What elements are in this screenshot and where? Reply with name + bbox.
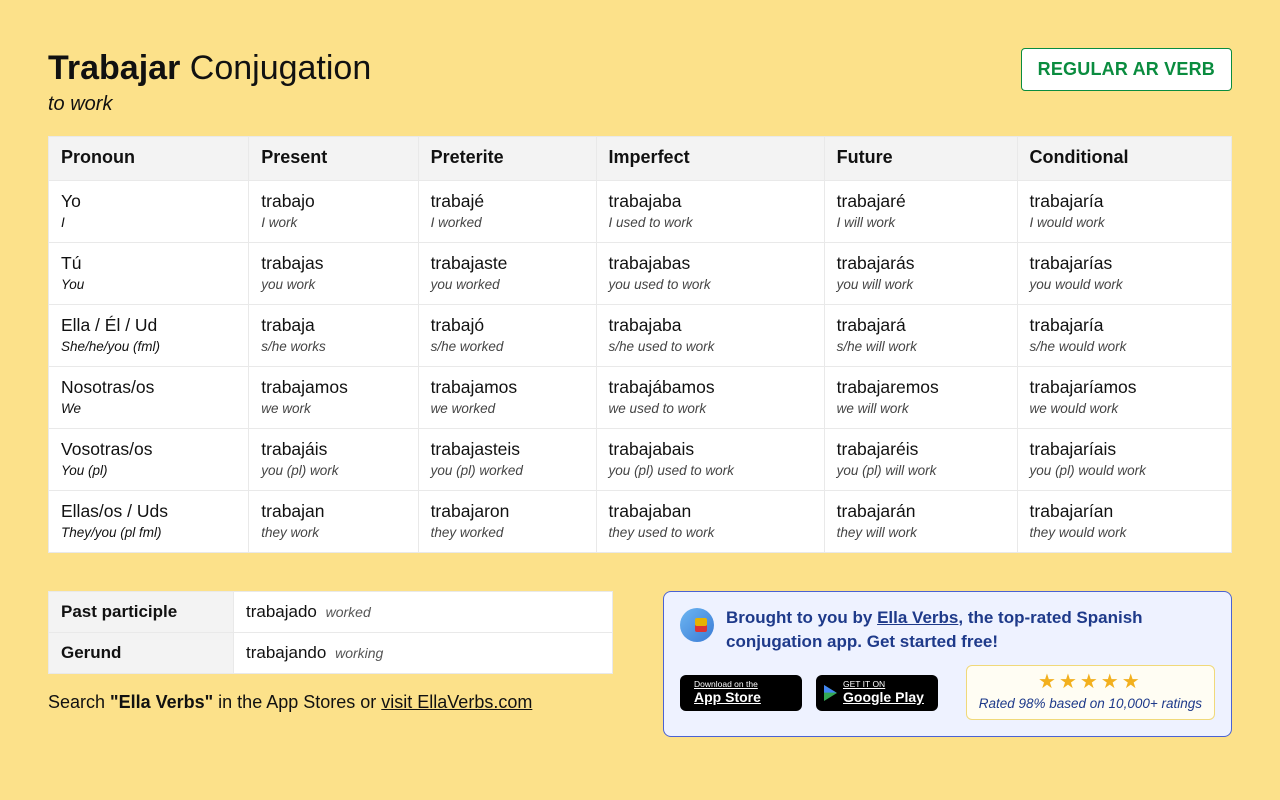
gerund-value: trabajando working [234,632,613,673]
col-header: Present [249,136,418,180]
ellaverbs-link[interactable]: Ella Verbs [877,608,958,627]
conjugation-cell: trabajaréisyou (pl) will work [824,428,1017,490]
conjugation-cell: trabajarías/he would work [1017,304,1231,366]
gerund-label: Gerund [49,632,234,673]
conjugation-cell: trabajabaisyou (pl) used to work [596,428,824,490]
conjugation-table: PronounPresentPreteriteImperfectFutureCo… [48,136,1232,553]
conjugation-cell: trabajarás/he will work [824,304,1017,366]
page-title: Trabajar Conjugation [48,48,371,89]
table-row: YoItrabajoI worktrabajéI workedtrabajaba… [49,180,1232,242]
verb-type-badge: REGULAR AR VERB [1021,48,1232,91]
conjugation-cell: trabajaríasyou would work [1017,242,1231,304]
conjugation-cell: trabajaríaI would work [1017,180,1231,242]
pronoun-cell: YoI [49,180,249,242]
table-row: Nosotras/osWetrabajamoswe worktrabajamos… [49,366,1232,428]
appstore-button[interactable]: Download on the App Store [680,675,802,711]
col-header: Conditional [1017,136,1231,180]
star-icons: ★★★★★ [979,672,1202,692]
conjugation-cell: trabajanthey work [249,490,418,552]
conjugation-cell: trabajas/he works [249,304,418,366]
google-play-icon [824,685,837,701]
conjugation-cell: trabajoI work [249,180,418,242]
title-verb: Trabajar [48,49,180,87]
conjugation-cell: trabajamoswe worked [418,366,596,428]
table-row: TúYoutrabajasyou worktrabajasteyou worke… [49,242,1232,304]
past-participle-value: trabajado worked [234,591,613,632]
conjugation-cell: trabajasteyou worked [418,242,596,304]
conjugation-cell: trabajábamoswe used to work [596,366,824,428]
ellaverbs-site-link[interactable]: visit EllaVerbs.com [381,692,532,712]
conjugation-cell: trabajaronthey worked [418,490,596,552]
conjugation-cell: trabajarásyou will work [824,242,1017,304]
conjugation-cell: trabajamoswe work [249,366,418,428]
col-header: Preterite [418,136,596,180]
pronoun-cell: TúYou [49,242,249,304]
col-header: Future [824,136,1017,180]
pronoun-cell: Vosotras/osYou (pl) [49,428,249,490]
conjugation-cell: trabajaríanthey would work [1017,490,1231,552]
ellaverbs-app-icon [680,608,714,642]
pronoun-cell: Nosotras/osWe [49,366,249,428]
conjugation-cell: trabajáisyou (pl) work [249,428,418,490]
col-header: Imperfect [596,136,824,180]
rating-box: ★★★★★ Rated 98% based on 10,000+ ratings [966,665,1215,720]
conjugation-cell: trabajasteisyou (pl) worked [418,428,596,490]
conjugation-cell: trabajasyou work [249,242,418,304]
conjugation-cell: trabajaremoswe will work [824,366,1017,428]
nonfinite-forms-table: Past participle trabajado worked Gerund … [48,591,613,674]
pronoun-cell: Ellas/os / UdsThey/you (pl fml) [49,490,249,552]
table-row: Ella / Él / UdShe/he/you (fml)trabajas/h… [49,304,1232,366]
pronoun-cell: Ella / Él / UdShe/he/you (fml) [49,304,249,366]
conjugation-cell: trabajabanthey used to work [596,490,824,552]
search-instruction: Search "Ella Verbs" in the App Stores or… [48,692,613,713]
conjugation-cell: trabajaránthey will work [824,490,1017,552]
conjugation-cell: trabajaríaisyou (pl) would work [1017,428,1231,490]
table-row: Vosotras/osYou (pl)trabajáisyou (pl) wor… [49,428,1232,490]
conjugation-cell: trabajabaI used to work [596,180,824,242]
conjugation-cell: trabajabas/he used to work [596,304,824,366]
title-word: Conjugation [190,49,371,87]
conjugation-cell: trabajéI worked [418,180,596,242]
conjugation-cell: trabajabasyou used to work [596,242,824,304]
conjugation-cell: trabajaréI will work [824,180,1017,242]
promo-card: Brought to you by Ella Verbs, the top-ra… [663,591,1232,737]
table-row: Ellas/os / UdsThey/you (pl fml)trabajant… [49,490,1232,552]
col-header: Pronoun [49,136,249,180]
past-participle-label: Past participle [49,591,234,632]
conjugation-cell: trabajós/he worked [418,304,596,366]
conjugation-cell: trabajaríamoswe would work [1017,366,1231,428]
promo-text: Brought to you by Ella Verbs, the top-ra… [726,606,1215,655]
googleplay-button[interactable]: GET IT ON Google Play [816,675,938,711]
verb-meaning: to work [48,93,371,116]
